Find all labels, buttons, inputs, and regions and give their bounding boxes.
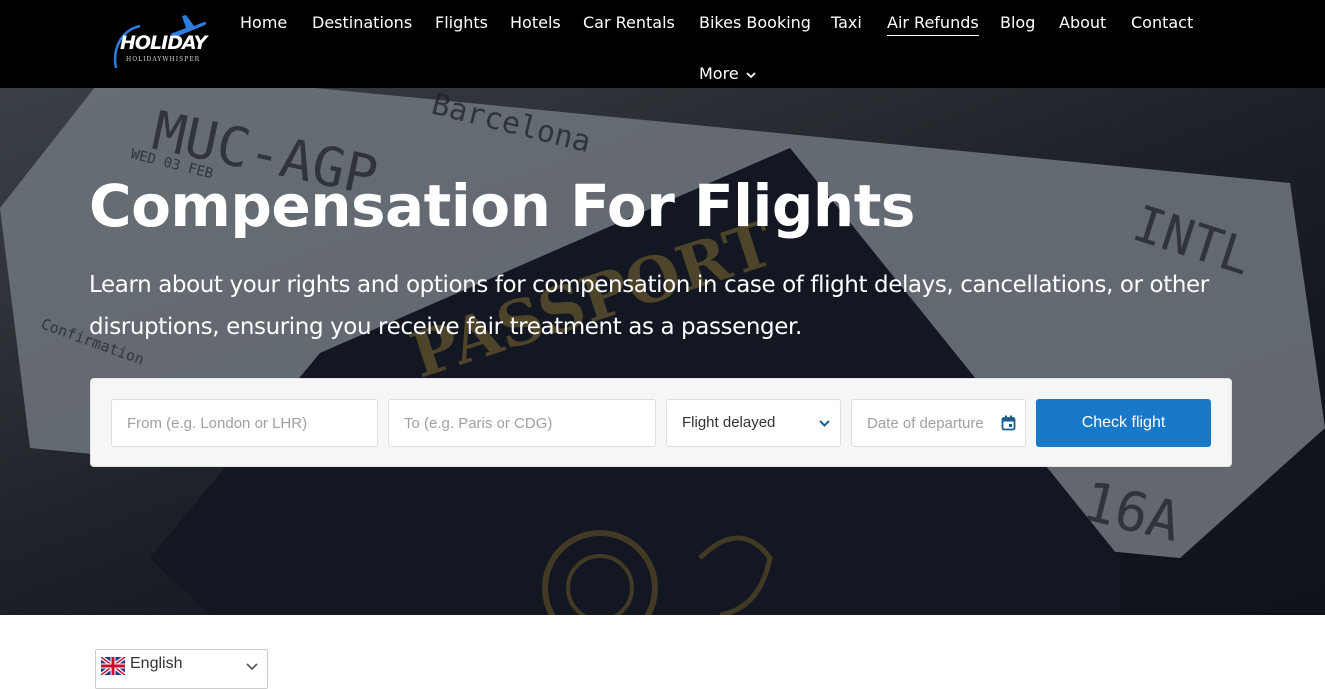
nav-taxi[interactable]: Taxi xyxy=(831,11,862,35)
issue-type-select[interactable]: Flight delayed xyxy=(666,399,841,447)
nav-air-refunds[interactable]: Air Refunds xyxy=(887,11,979,36)
hero-description: Learn about your rights and options for … xyxy=(89,272,1209,340)
uk-flag-icon xyxy=(101,657,125,675)
to-field[interactable] xyxy=(388,399,656,447)
nav-home[interactable]: Home xyxy=(240,11,287,35)
hero-overlay xyxy=(0,88,1325,615)
site-header: HOLIDAY HOLIDAYWHISPER Home Destinations… xyxy=(0,0,1325,88)
from-field[interactable] xyxy=(111,399,378,447)
calendar-icon[interactable] xyxy=(1001,415,1016,431)
flight-search-form: Flight delayed Check flight xyxy=(90,378,1232,467)
nav-hotels[interactable]: Hotels xyxy=(510,11,561,35)
page-title: Compensation For Flights xyxy=(89,172,915,240)
chevron-down-icon xyxy=(746,71,756,78)
nav-blog[interactable]: Blog xyxy=(1000,11,1035,35)
language-label: English xyxy=(130,655,183,672)
nav-about[interactable]: About xyxy=(1059,11,1106,35)
nav-more-label: More xyxy=(699,64,739,83)
nav-contact[interactable]: Contact xyxy=(1131,11,1193,35)
chevron-down-icon xyxy=(819,420,830,427)
issue-type-value: Flight delayed xyxy=(682,414,776,431)
check-flight-button[interactable]: Check flight xyxy=(1036,399,1211,447)
nav-bikes-booking[interactable]: Bikes Booking xyxy=(699,11,811,35)
nav-flights[interactable]: Flights xyxy=(435,11,488,35)
language-selector[interactable]: English xyxy=(95,649,268,689)
from-input[interactable] xyxy=(112,400,377,446)
chevron-down-icon xyxy=(246,663,258,671)
nav-car-rentals[interactable]: Car Rentals xyxy=(583,11,675,35)
main-nav: Home Destinations Flights Hotels Car Ren… xyxy=(0,11,1325,37)
to-input[interactable] xyxy=(389,400,655,446)
nav-more-dropdown[interactable]: More xyxy=(699,62,757,86)
nav-destinations[interactable]: Destinations xyxy=(312,11,412,35)
departure-date-input[interactable] xyxy=(852,400,1025,446)
logo-subtext: HOLIDAYWHISPER xyxy=(126,56,201,63)
hero-section: MUC-AGP Barcelona INTL 16A WED 03 FEB Co… xyxy=(0,88,1325,615)
departure-date-field[interactable] xyxy=(851,399,1026,447)
